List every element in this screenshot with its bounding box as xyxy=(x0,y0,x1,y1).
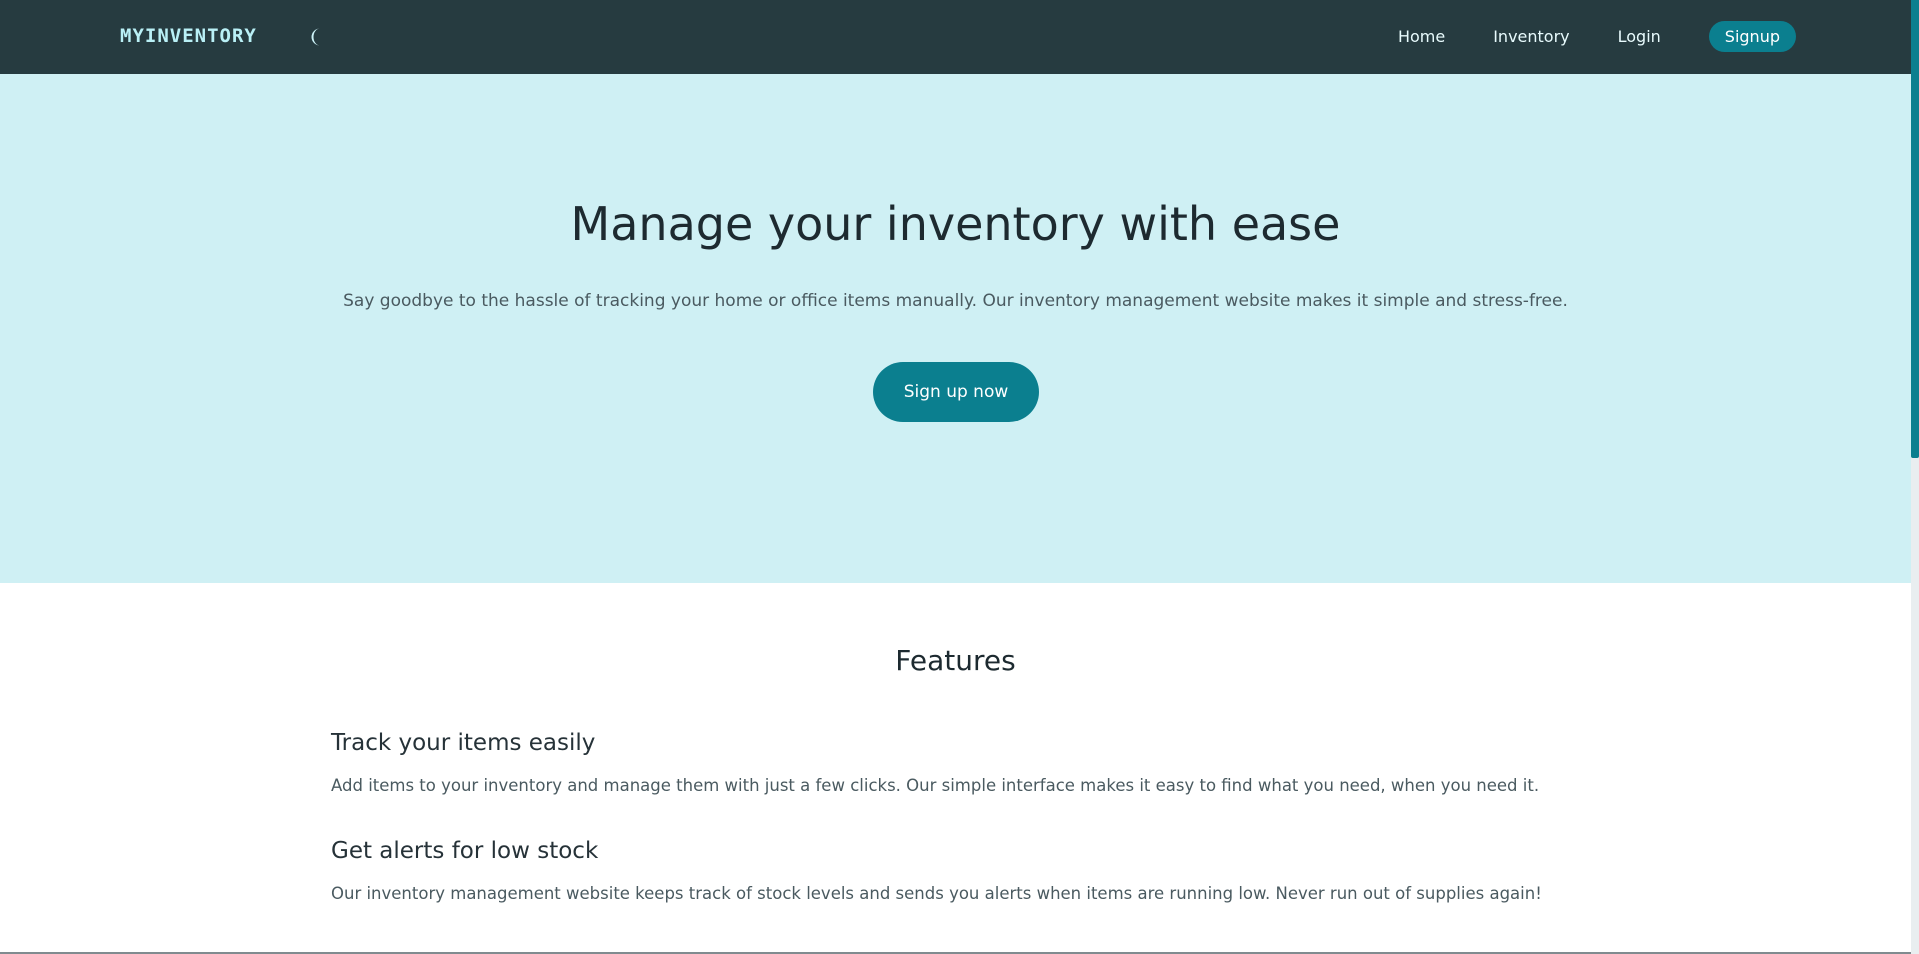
feature-title: Track your items easily xyxy=(331,730,596,756)
nav-link-inventory[interactable]: Inventory xyxy=(1493,21,1569,52)
moon-icon[interactable] xyxy=(306,26,328,48)
navbar: MYINVENTORY Home Inventory Login Signup xyxy=(0,0,1911,74)
nav-links: Home Inventory Login Signup xyxy=(1398,21,1796,52)
feature-description: Add items to your inventory and manage t… xyxy=(331,776,1540,795)
hero-section: Manage your inventory with ease Say good… xyxy=(0,74,1911,583)
sign-up-now-button[interactable]: Sign up now xyxy=(873,362,1039,422)
brand[interactable]: MYINVENTORY xyxy=(120,22,320,50)
scrollbar-thumb[interactable] xyxy=(1911,0,1919,458)
page: MYINVENTORY Home Inventory Login Signup … xyxy=(0,0,1911,954)
nav-link-home[interactable]: Home xyxy=(1398,21,1445,52)
feature-title: Get alerts for low stock xyxy=(331,838,599,864)
hero-subtitle: Say goodbye to the hassle of tracking yo… xyxy=(343,291,1568,311)
features-title: Features xyxy=(895,644,1016,677)
nav-link-login[interactable]: Login xyxy=(1618,21,1661,52)
browser-viewport: MYINVENTORY Home Inventory Login Signup … xyxy=(0,0,1919,954)
nav-signup-button[interactable]: Signup xyxy=(1708,21,1796,52)
page-scrollbar[interactable] xyxy=(1911,0,1919,954)
feature-item: Track your items easily Add items to you… xyxy=(331,727,1591,799)
feature-description: Our inventory management website keeps t… xyxy=(331,884,1542,903)
features-section: Features Track your items easily Add ite… xyxy=(0,583,1911,954)
hero-title: Manage your inventory with ease xyxy=(570,197,1341,251)
brand-name: MYINVENTORY xyxy=(120,25,257,47)
feature-item: Get alerts for low stock Our inventory m… xyxy=(331,835,1591,907)
